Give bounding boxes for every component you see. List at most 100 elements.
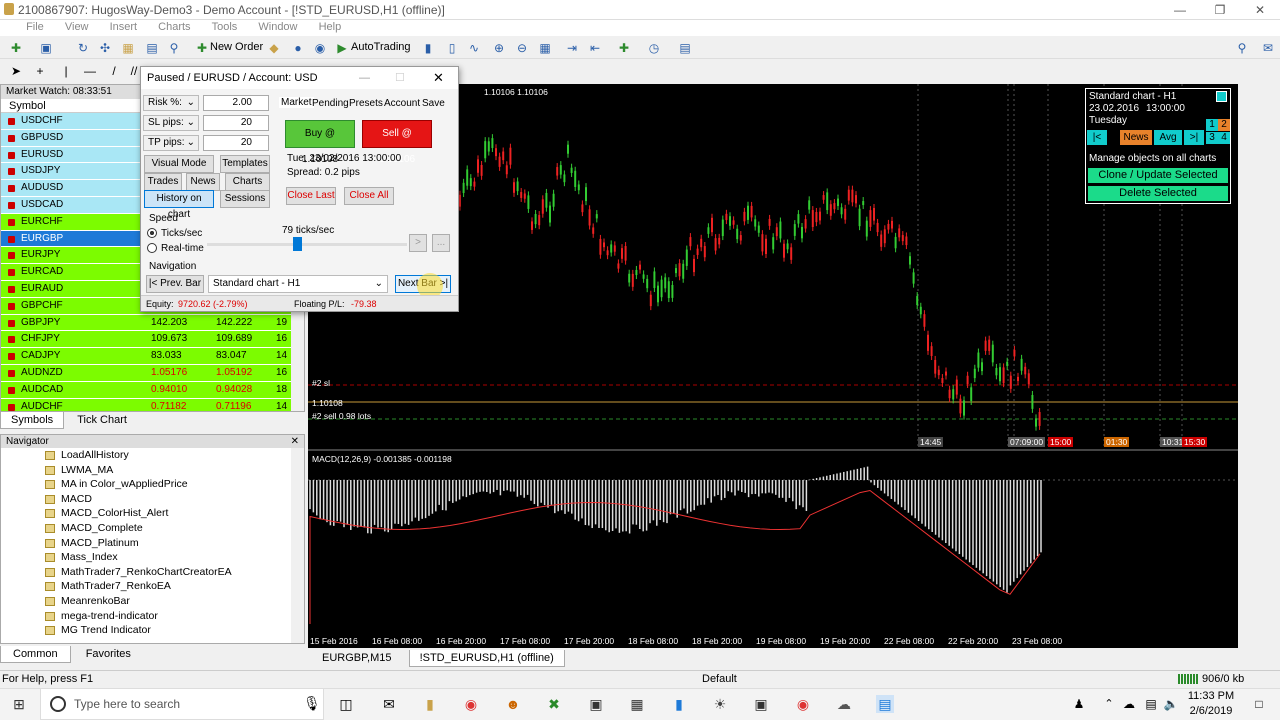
market-watch-row[interactable]: GBPJPY 142.203 142.222 19 [1,314,304,332]
folder-icon[interactable]: ▦ [120,40,136,56]
restore-icon[interactable]: ❐ [1200,0,1240,20]
news-button[interactable]: News [186,173,220,191]
app-icon-3[interactable]: ☀ [711,695,729,713]
play-button[interactable]: > [409,234,427,252]
navigator-item[interactable]: MeanrenkoBar [1,594,304,609]
menu-insert[interactable]: Insert [101,20,147,33]
tp-input[interactable]: 20 [203,135,269,151]
tp-select[interactable]: TP pips: ⌄ [143,135,199,151]
new-order-icon[interactable]: ✚ [194,40,210,56]
notifications-icon[interactable]: □ [1250,695,1268,713]
close-all-button[interactable]: Close All [344,187,394,205]
tile-windows-icon[interactable]: ▦ [537,40,553,56]
buy-button[interactable]: Buy @ 1.10108 [285,120,355,165]
tab-presets[interactable]: Presets [349,98,383,109]
risk-select[interactable]: Risk %: ⌄ [143,95,199,111]
metatrader-icon[interactable]: ▤ [876,695,894,713]
close-icon[interactable]: ✕ [1240,0,1280,20]
menu-view[interactable]: View [56,20,98,33]
navigator-item[interactable]: mega-trend-indicator [1,609,304,624]
tab-save[interactable]: Save [422,98,445,109]
sl-input[interactable]: 20 [203,115,269,131]
trades-button[interactable]: Trades [144,173,182,191]
dialog-close-icon[interactable]: ✕ [433,67,444,89]
search-icon[interactable]: ⚲ [1234,40,1250,56]
profiles-icon[interactable]: ▣ [38,40,54,56]
navigator-item[interactable]: MG Trend Indicator [1,623,304,638]
market-watch-row[interactable]: CHFJPY 109.673 109.689 16 [1,331,304,349]
zoom-in-icon[interactable]: ⊕ [491,40,507,56]
file-explorer-icon[interactable]: ▮ [421,695,439,713]
chrome-icon[interactable]: ◉ [462,695,480,713]
tab-tick-chart[interactable]: Tick Chart [67,412,137,428]
navigator-item[interactable]: MA in Color_wAppliedPrice [1,477,304,492]
metaeditor-icon[interactable]: ◆ [266,40,282,56]
signals-icon[interactable]: ● [290,40,306,56]
navigator-item[interactable]: LoadAllHistory [1,448,304,463]
mail-icon[interactable]: ✉ [380,695,398,713]
autotrading-button[interactable]: AutoTrading [351,41,411,53]
navigator-item[interactable]: MACD [1,492,304,507]
line-chart-icon[interactable]: ∿ [466,40,482,56]
tab-account[interactable]: Account [384,98,420,109]
windows-start-icon[interactable]: ⊞ [10,695,28,713]
navigator-item[interactable]: MACD_Platinum [1,536,304,551]
tester-icon[interactable]: ⚲ [166,40,182,56]
tray-chevron-icon[interactable]: ⌃ [1100,695,1118,713]
chart-shift-icon[interactable]: ⇤ [587,40,603,56]
sessions-button[interactable]: Sessions [220,190,270,208]
info-prev-button[interactable]: |< [1087,130,1107,145]
history-on-chart-button[interactable]: History on chart [144,190,214,220]
sl-select[interactable]: SL pips: ⌄ [143,115,199,131]
crosshair-tool-icon[interactable]: + [32,63,48,79]
close-last-button[interactable]: Close Last [286,187,336,205]
tab-common[interactable]: Common [0,646,71,663]
market-watch-row[interactable]: AUDNZD 1.05176 1.05192 16 [1,364,304,382]
speed-track[interactable] [207,243,407,246]
autoscroll-icon[interactable]: ⇥ [564,40,580,56]
task-view-icon[interactable]: ◫ [337,695,355,713]
excel-icon[interactable]: ✖ [545,695,563,713]
charts-button[interactable]: Charts [225,173,270,191]
bar-chart-icon[interactable]: ▮ [420,40,436,56]
info-news-button[interactable]: News [1120,130,1152,145]
info-page-3[interactable]: 3 [1206,132,1218,144]
autotrading-icon[interactable]: ▶ [334,40,350,56]
periods-icon[interactable]: ◷ [646,40,662,56]
clock-date[interactable]: 2/6/2019 [1186,705,1236,717]
speed-slider-thumb[interactable] [293,237,302,251]
menu-charts[interactable]: Charts [149,20,199,33]
taskbar-search[interactable]: Type here to search 🎙 [40,688,324,720]
navigator-scrollbar[interactable] [291,448,304,643]
navigator-item[interactable]: Mass_Index [1,550,304,565]
app-icon-2[interactable]: ▮ [670,695,688,713]
info-avg-button[interactable]: Avg [1154,130,1182,145]
people-icon[interactable]: ♟ [1070,695,1088,713]
chat-app-icon[interactable]: ▣ [752,695,770,713]
terminal-icon[interactable]: ▤ [144,40,160,56]
cursor-icon[interactable]: ➤ [8,63,24,79]
info-minimize-icon[interactable] [1216,91,1227,102]
menu-help[interactable]: Help [310,20,351,33]
menu-tools[interactable]: Tools [203,20,247,33]
navigator-item[interactable]: MACD_ColorHist_Alert [1,506,304,521]
app-icon-1[interactable]: ☻ [504,695,522,713]
chart-type-select[interactable]: Standard chart - H1 ⌄ [208,275,388,293]
vertical-line-icon[interactable]: | [58,63,74,79]
sell-button[interactable]: Sell @ 1.10106 [362,120,432,165]
microphone-icon[interactable]: 🎙 [303,695,321,712]
new-chart-icon[interactable]: ✚ [8,40,24,56]
info-page-4[interactable]: 4 [1218,132,1230,144]
more-button[interactable]: ... [432,234,450,252]
dialog-minimize-icon[interactable]: — [359,67,370,89]
delete-selected-button[interactable]: Delete Selected [1088,186,1228,201]
zoom-out-icon[interactable]: ⊖ [514,40,530,56]
prev-bar-button[interactable]: |< Prev. Bar [146,275,204,293]
navigator-item[interactable]: LWMA_MA [1,463,304,478]
crosshair-icon[interactable]: ✣ [97,40,113,56]
tab-eurgbp-m15[interactable]: EURGBP,M15 [312,650,402,666]
navigator-item[interactable]: MathTrader7_RenkoChartCreatorEA [1,565,304,580]
camtasia-icon[interactable]: ▣ [587,695,605,713]
navigator-close-icon[interactable]: ✕ [291,435,299,448]
app-icon-4[interactable]: ☁ [835,695,853,713]
